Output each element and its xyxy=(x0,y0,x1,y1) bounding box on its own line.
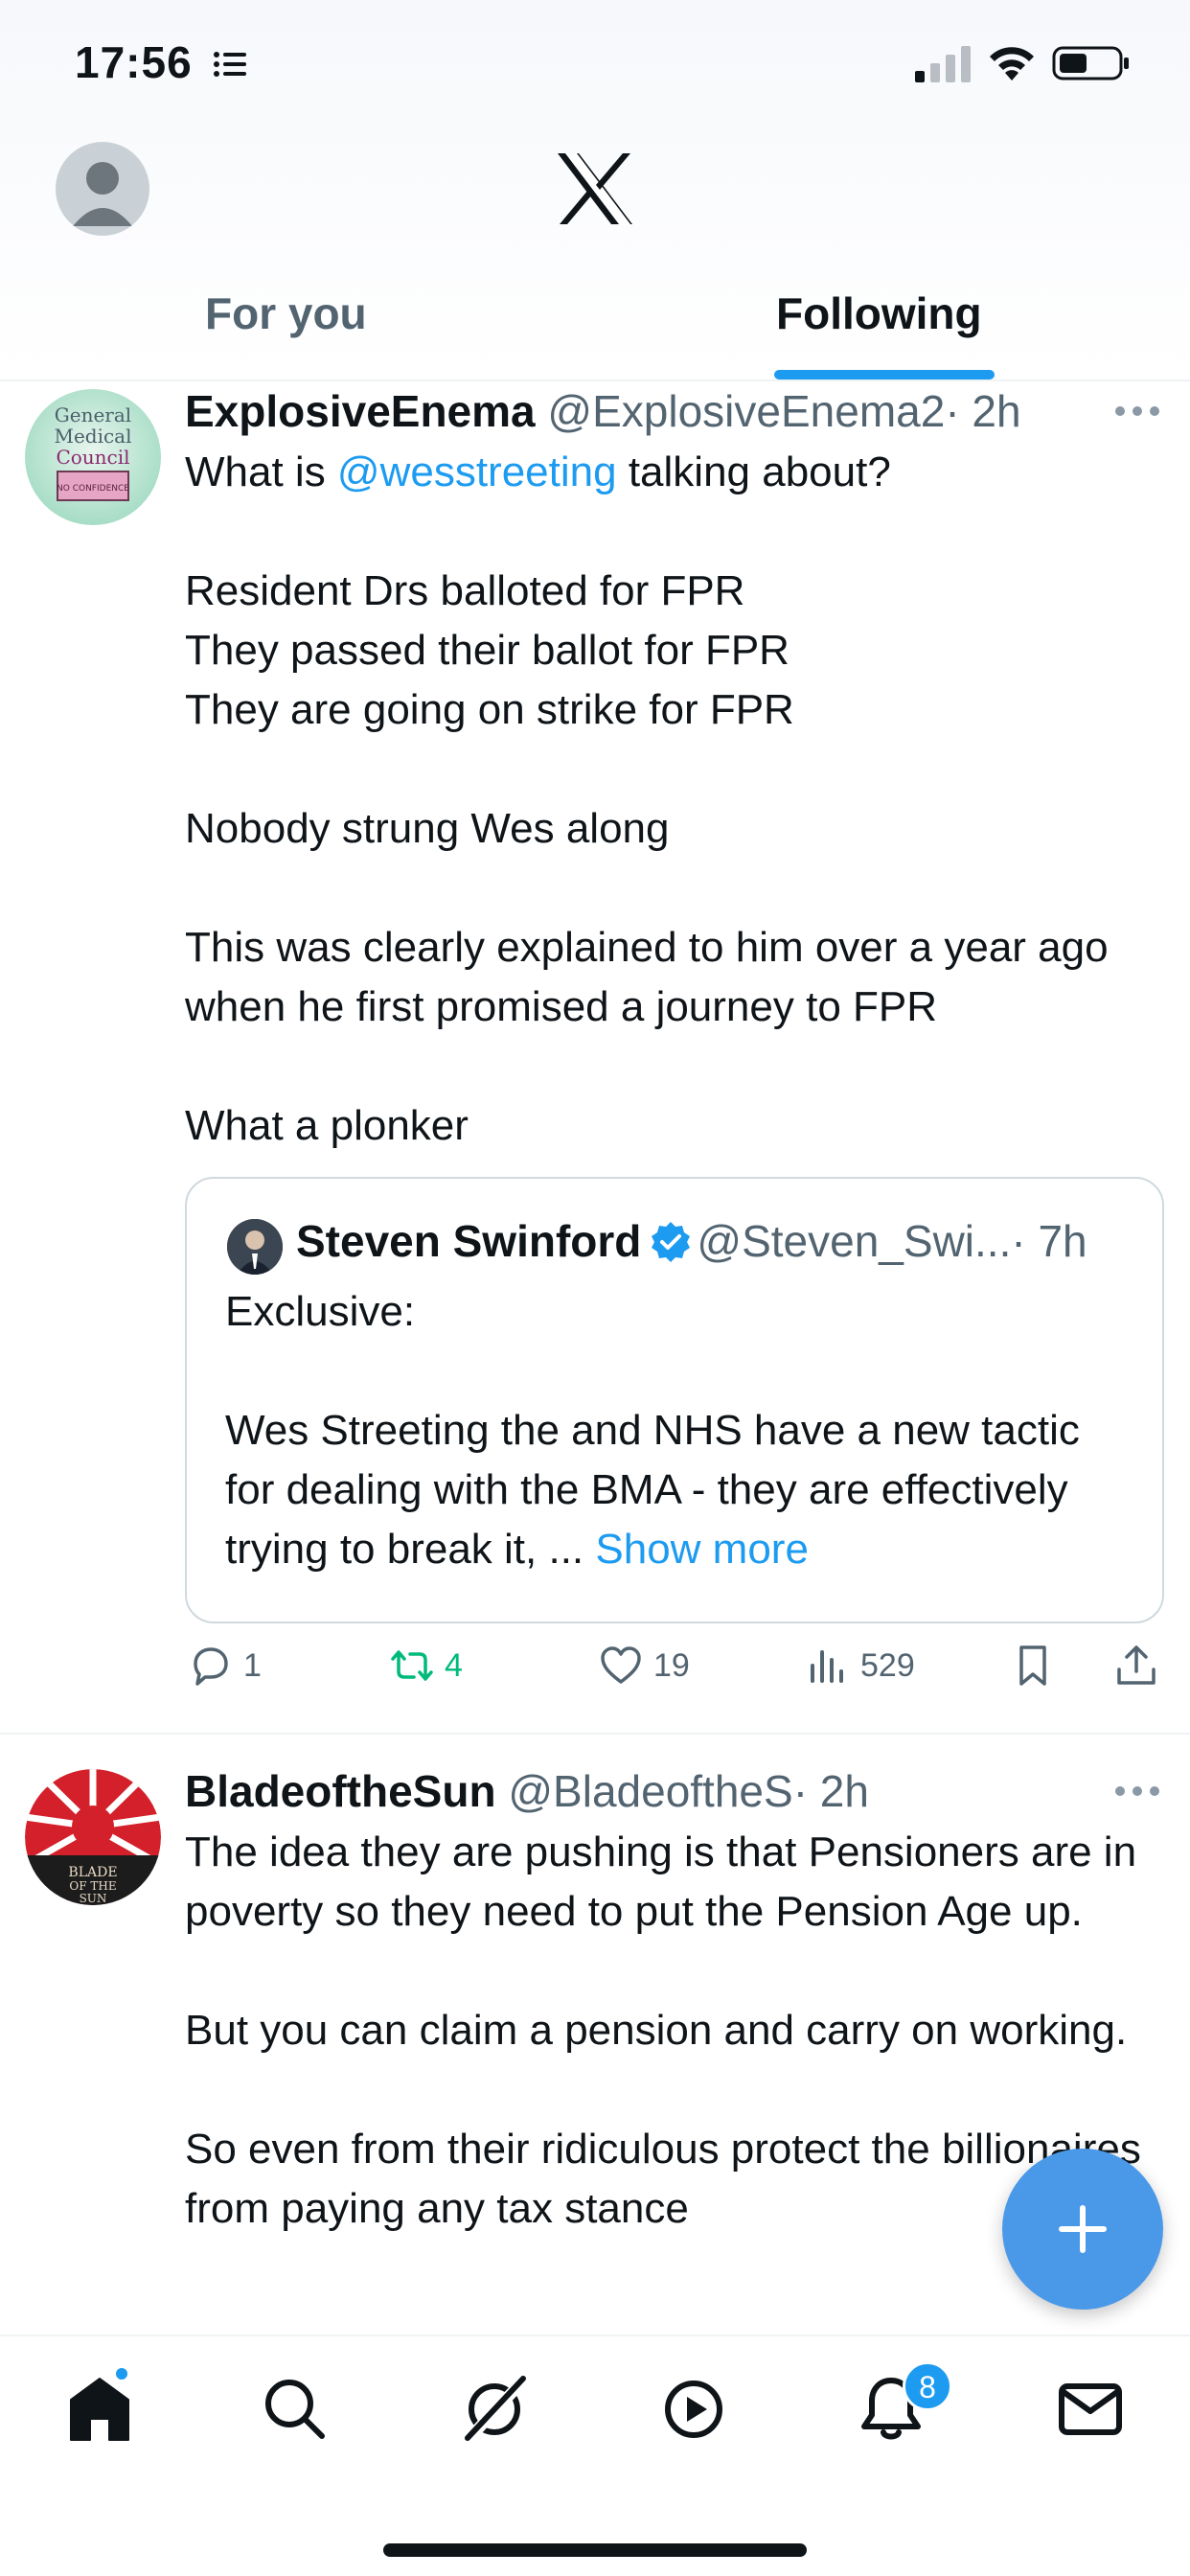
wifi-icon xyxy=(990,47,1034,80)
avatar-text-line: BLADE xyxy=(68,1865,117,1880)
post-header: BladeoftheSun @BladeoftheS· 2h xyxy=(185,1765,869,1817)
verified-badge-icon xyxy=(652,1222,691,1262)
notifications-badge: 8 xyxy=(903,2361,952,2411)
avatar-text-line: SUN xyxy=(80,1892,107,1905)
tab-following[interactable]: Following xyxy=(776,288,982,339)
post-author-avatar[interactable]: BLADE OF THE SUN xyxy=(25,1769,161,1905)
quoted-post-header: Steven Swinford @Steven_Swi...· 7h xyxy=(296,1215,1087,1267)
quoted-author-avatar xyxy=(227,1219,283,1275)
reply-icon xyxy=(194,1647,228,1686)
more-options-icon[interactable] xyxy=(1113,404,1161,418)
mention-link[interactable]: @wesstreeting xyxy=(337,448,617,495)
quoted-author-handle: @Steven_Swi... xyxy=(697,1216,1012,1266)
post-author-avatar[interactable]: General Medical Council NO CONFIDENCE xyxy=(25,389,161,525)
nav-messages[interactable] xyxy=(1052,2371,1129,2448)
analytics-icon xyxy=(811,1650,843,1683)
list-icon xyxy=(214,52,246,77)
avatar-text-line: General xyxy=(55,403,131,426)
mail-icon xyxy=(1059,2383,1122,2435)
tab-for-you[interactable]: For you xyxy=(205,288,367,339)
post-text: What is @wesstreeting talking about? Res… xyxy=(185,443,1153,1156)
post-timestamp: · 2h xyxy=(792,1766,869,1816)
quoted-author-name: Steven Swinford xyxy=(296,1216,642,1266)
avatar-text-line: Medical xyxy=(54,425,131,448)
avatar-text-line: OF THE xyxy=(69,1879,116,1893)
bookmark-button[interactable] xyxy=(1010,1643,1065,1689)
avatar-text-line: NO CONFIDENCE xyxy=(57,484,129,494)
post-text: The idea they are pushing is that Pensio… xyxy=(185,1828,1141,2232)
show-more-link[interactable]: Show more xyxy=(595,1526,809,1573)
repost-count: 4 xyxy=(445,1646,463,1684)
post-author-name[interactable]: ExplosiveEnema xyxy=(185,386,536,436)
home-icon xyxy=(70,2378,129,2441)
post-action-bar: 1 4 19 529 xyxy=(0,1637,1190,1704)
quoted-post-timestamp: · 7h xyxy=(1011,1216,1087,1266)
nav-home[interactable] xyxy=(61,2371,138,2448)
reply-count: 1 xyxy=(243,1646,262,1684)
top-header: 17:56 For you Following xyxy=(0,0,1190,381)
share-icon xyxy=(1117,1645,1156,1685)
search-icon xyxy=(265,2380,325,2439)
reply-button[interactable]: 1 xyxy=(188,1643,262,1689)
nav-video[interactable] xyxy=(655,2371,732,2448)
battery-icon xyxy=(1052,46,1129,80)
post-divider xyxy=(0,1733,1190,1735)
post-author-name[interactable]: BladeoftheSun xyxy=(185,1766,496,1816)
plus-icon xyxy=(1059,2205,1107,2253)
post-author-handle[interactable]: @ExplosiveEnema2 xyxy=(547,386,945,436)
compose-post-button[interactable] xyxy=(1002,2149,1163,2310)
repost-icon xyxy=(391,1650,433,1681)
post-header: ExplosiveEnema @ExplosiveEnema2· 2h xyxy=(185,385,1021,437)
nav-search[interactable] xyxy=(257,2371,333,2448)
grok-icon xyxy=(465,2376,528,2443)
like-count: 19 xyxy=(653,1646,690,1684)
home-indicator xyxy=(383,2543,807,2557)
post-timestamp: · 2h xyxy=(945,386,1021,436)
view-count: 529 xyxy=(860,1646,915,1684)
more-options-icon[interactable] xyxy=(1113,1784,1161,1798)
bottom-nav-bar: 8 xyxy=(0,2334,1190,2576)
nav-grok[interactable] xyxy=(456,2371,533,2448)
play-icon xyxy=(665,2380,722,2438)
cellular-signal-icon xyxy=(915,46,971,82)
default-avatar-icon xyxy=(73,162,132,226)
quoted-post-text: Exclusive: Wes Streeting the and NHS hav… xyxy=(225,1282,1135,1579)
bookmark-icon xyxy=(1019,1645,1046,1686)
avatar-text-line: Council xyxy=(56,446,129,469)
share-button[interactable] xyxy=(1113,1643,1169,1689)
quoted-post[interactable]: Steven Swinford @Steven_Swi...· 7h Exclu… xyxy=(185,1177,1164,1623)
status-time: 17:56 xyxy=(75,37,193,87)
home-new-content-dot xyxy=(113,2365,130,2382)
post-author-handle[interactable]: @BladeoftheS xyxy=(508,1766,792,1816)
x-logo-icon[interactable] xyxy=(554,151,636,226)
like-button[interactable]: 19 xyxy=(598,1643,690,1689)
post-text-body: talking about? Resident Drs balloted for… xyxy=(185,448,1109,1149)
status-bar: 17:56 xyxy=(0,0,1190,134)
repost-button[interactable]: 4 xyxy=(389,1643,463,1689)
heart-icon xyxy=(601,1646,641,1684)
views-button[interactable]: 529 xyxy=(805,1643,915,1689)
active-tab-indicator xyxy=(774,370,995,380)
profile-avatar-button[interactable] xyxy=(56,142,149,236)
post-text-prefix: What is xyxy=(185,448,337,495)
